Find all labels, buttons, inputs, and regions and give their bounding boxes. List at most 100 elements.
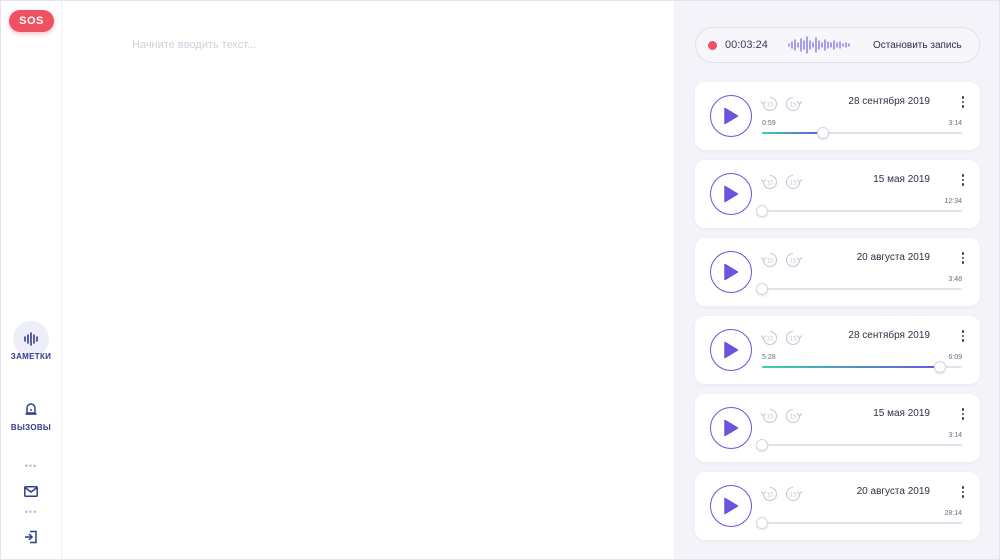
recording-date: 20 августа 2019 — [856, 486, 930, 497]
skip-amount: 15 — [789, 414, 797, 421]
more-dot — [961, 183, 965, 186]
play-button[interactable] — [710, 407, 752, 449]
current-time: 5:28 — [762, 354, 776, 361]
recording-date: 15 мая 2019 — [873, 408, 930, 419]
rewind-15-button[interactable]: 15 — [760, 95, 779, 113]
more-dot — [961, 105, 965, 108]
recording-date: 28 сентября 2019 — [848, 330, 930, 341]
progress-handle[interactable] — [756, 283, 768, 295]
progress-handle[interactable] — [933, 361, 946, 373]
rewind-15-icon: 15 — [760, 174, 778, 190]
logout-button[interactable] — [21, 527, 41, 547]
skip-amount: 15 — [766, 102, 774, 109]
note-text-input[interactable] — [132, 35, 632, 55]
forward-15-button[interactable]: 15 — [784, 173, 803, 191]
skip-amount: 15 — [766, 258, 774, 265]
play-button[interactable] — [710, 173, 752, 215]
more-dot — [961, 339, 965, 342]
total-duration: 12:34 — [944, 198, 962, 205]
more-dot — [961, 408, 965, 411]
play-button[interactable] — [710, 251, 752, 293]
play-icon — [724, 341, 739, 359]
waveform-icon — [788, 36, 850, 54]
progress-fill — [762, 366, 940, 368]
forward-15-icon: 15 — [785, 174, 803, 190]
app-window: SOS ЗАМЕТКИ ВЫЗОВЫ ••• ••• Начните вводи… — [0, 0, 1000, 560]
mail-icon — [24, 485, 38, 497]
recording-timer: 00:03:24 — [725, 39, 768, 51]
rewind-15-button[interactable]: 15 — [760, 329, 779, 347]
more-options-button[interactable] — [958, 172, 968, 188]
play-button[interactable] — [710, 329, 752, 371]
progress-handle[interactable] — [756, 439, 768, 451]
progress-track[interactable] — [756, 439, 962, 451]
waveform-icon — [24, 332, 38, 346]
rewind-15-button[interactable]: 15 — [760, 407, 779, 425]
progress-handle[interactable] — [816, 127, 829, 139]
play-icon — [724, 497, 739, 515]
rewind-15-icon: 15 — [760, 252, 778, 268]
recordings-panel: 00:03:24 Остановить запись 15 15 28 сент… — [674, 1, 999, 559]
rewind-15-icon: 15 — [760, 486, 778, 502]
divider-dots: ••• — [24, 461, 38, 471]
stop-recording-button[interactable]: Остановить запись — [873, 40, 962, 51]
more-dot — [961, 261, 965, 264]
rewind-15-button[interactable]: 15 — [760, 173, 779, 191]
rewind-15-button[interactable]: 15 — [760, 485, 779, 503]
recording-card: 15 15 20 августа 2019 28:14 — [695, 472, 980, 540]
forward-15-button[interactable]: 15 — [784, 251, 803, 269]
nav-item-calls[interactable]: ВЫЗОВЫ — [1, 391, 61, 432]
progress-handle[interactable] — [756, 205, 768, 217]
rewind-15-button[interactable]: 15 — [760, 251, 779, 269]
more-dot — [961, 486, 965, 489]
forward-15-icon: 15 — [785, 486, 803, 502]
nav-item-notes[interactable]: ЗАМЕТКИ — [1, 321, 61, 361]
forward-15-button[interactable]: 15 — [784, 95, 803, 113]
more-dot — [961, 96, 965, 99]
progress-handle[interactable] — [756, 517, 768, 529]
skip-amount: 15 — [789, 102, 797, 109]
recording-card: 15 15 28 сентября 2019 0:59 3:14 — [695, 82, 980, 150]
recording-date: 20 августа 2019 — [856, 252, 930, 263]
forward-15-icon: 15 — [785, 330, 803, 346]
rewind-15-icon: 15 — [760, 330, 778, 346]
play-button[interactable] — [710, 485, 752, 527]
more-dot — [961, 417, 965, 420]
more-dot — [961, 252, 965, 255]
play-button[interactable] — [710, 95, 752, 137]
mail-button[interactable] — [21, 481, 41, 501]
progress-track[interactable] — [756, 283, 962, 295]
more-dot — [961, 412, 965, 416]
more-dot — [961, 256, 965, 260]
more-options-button[interactable] — [958, 406, 968, 422]
more-options-button[interactable] — [958, 328, 968, 344]
more-dot — [961, 334, 965, 338]
nav-item-calls-circle — [13, 391, 49, 427]
recording-date: 15 мая 2019 — [873, 174, 930, 185]
progress-track[interactable] — [756, 517, 962, 529]
sos-button[interactable]: SOS — [9, 10, 54, 32]
more-options-button[interactable] — [958, 94, 968, 110]
play-icon — [724, 107, 739, 125]
skip-amount: 15 — [789, 336, 797, 343]
forward-15-button[interactable]: 15 — [784, 485, 803, 503]
current-time: 0:59 — [762, 120, 776, 127]
total-duration: 3:14 — [948, 120, 962, 127]
play-icon — [724, 185, 739, 203]
nav-label-calls: ВЫЗОВЫ — [10, 423, 52, 432]
recording-card: 15 15 15 мая 2019 3:14 — [695, 394, 980, 462]
skip-amount: 15 — [789, 180, 797, 187]
skip-amount: 15 — [766, 414, 774, 421]
play-icon — [724, 419, 739, 437]
forward-15-button[interactable]: 15 — [784, 329, 803, 347]
progress-fill — [762, 132, 823, 134]
total-duration: 6:09 — [948, 354, 962, 361]
progress-track[interactable] — [762, 127, 962, 139]
more-options-button[interactable] — [958, 250, 968, 266]
skip-amount: 15 — [789, 258, 797, 265]
recording-indicator — [708, 40, 717, 50]
progress-track[interactable] — [762, 361, 962, 373]
progress-track[interactable] — [756, 205, 962, 217]
forward-15-button[interactable]: 15 — [784, 407, 803, 425]
more-options-button[interactable] — [958, 484, 968, 500]
